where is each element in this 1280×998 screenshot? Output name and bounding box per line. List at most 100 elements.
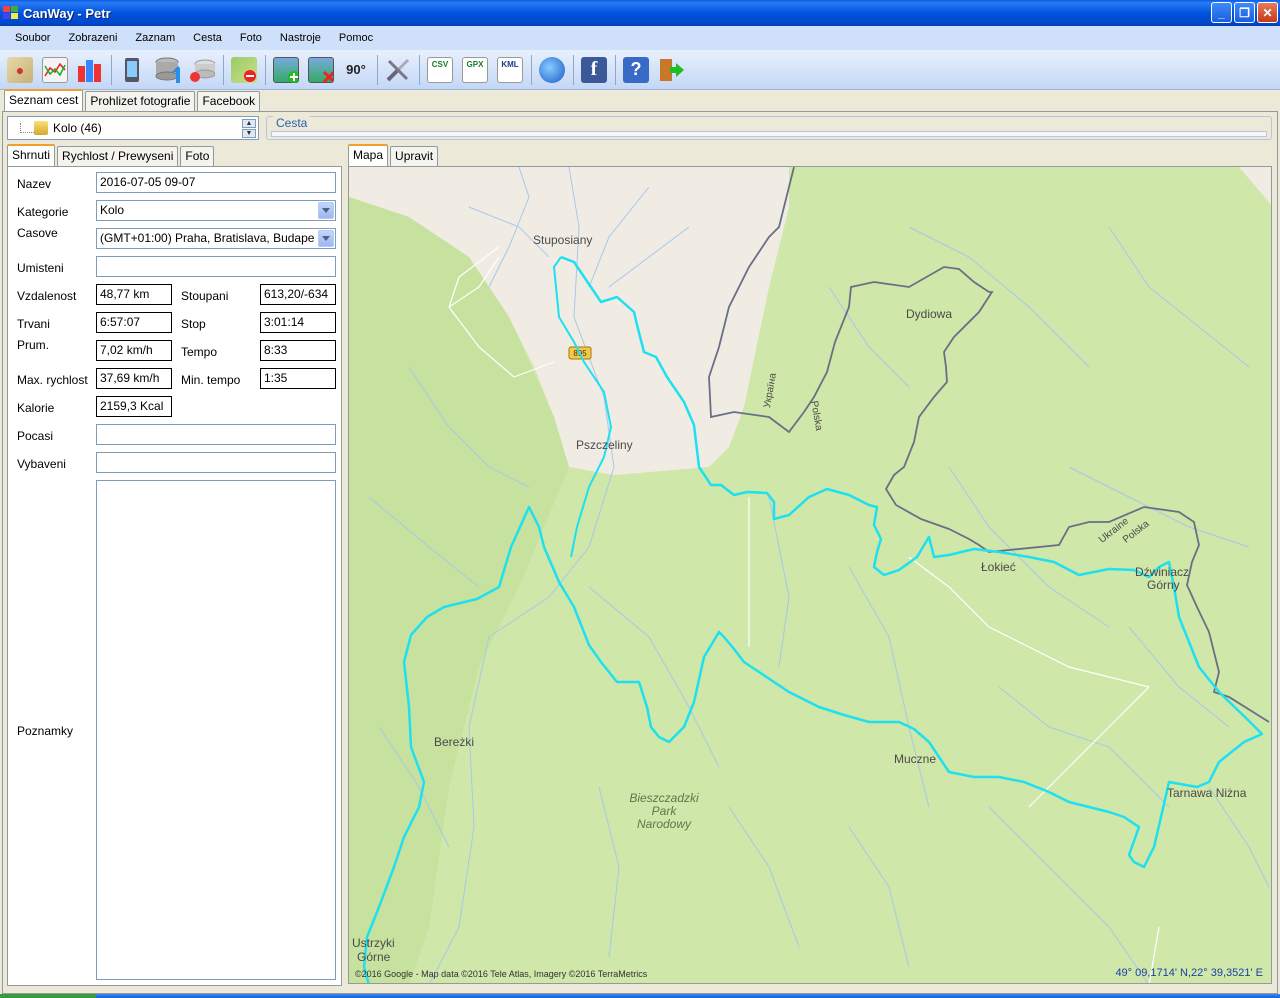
window-title: CanWay - Petr	[23, 5, 111, 21]
trvani-value: 6:57:07	[96, 312, 172, 333]
tab-seznam-cest[interactable]: Seznam cest	[4, 89, 84, 111]
toolbar-separator	[265, 54, 266, 85]
tempo-label: Tempo	[181, 345, 218, 359]
tab-shrnuti[interactable]: Shrnuti	[7, 144, 56, 166]
exit-button[interactable]	[655, 54, 687, 86]
tab-facebook[interactable]: Facebook	[197, 91, 261, 111]
phone-icon	[119, 57, 145, 83]
place-pszczeliny: Pszczeliny	[576, 438, 633, 452]
bar-chart-button[interactable]	[74, 54, 106, 86]
tab-prohlizet-fotografie[interactable]: Prohlizet fotografie	[85, 91, 196, 111]
menu-zobrazeni[interactable]: Zobrazeni	[59, 32, 126, 44]
toolbar-separator	[615, 54, 616, 85]
kml-export-button[interactable]: KML	[494, 54, 526, 86]
minimize-button[interactable]: _	[1211, 2, 1232, 23]
phone-button[interactable]	[116, 54, 148, 86]
toolbar-separator	[419, 54, 420, 85]
start-button[interactable]	[0, 994, 96, 998]
kalorie-value: 2159,3 Kcal	[96, 396, 172, 417]
app-icon	[3, 6, 19, 20]
right-tabs: Mapa Upravit	[348, 144, 440, 166]
category-label[interactable]: Kolo (46)	[53, 121, 102, 135]
scroll-up-button[interactable]: ▲	[242, 119, 256, 128]
folder-icon	[34, 121, 48, 135]
pocasi-field[interactable]	[96, 424, 336, 445]
map-remove-button[interactable]	[228, 54, 260, 86]
chart-icon	[42, 56, 68, 83]
photo-add-button[interactable]	[270, 54, 302, 86]
umisteni-field[interactable]	[96, 256, 336, 277]
timezone-select[interactable]: (GMT+01:00) Praha, Bratislava, Budape	[96, 228, 336, 249]
database-icon	[189, 57, 215, 83]
poznamky-textarea[interactable]	[96, 480, 336, 980]
facebook-button[interactable]: f	[578, 54, 610, 86]
menu-nastroje[interactable]: Nastroje	[271, 32, 330, 44]
menu-foto[interactable]: Foto	[231, 32, 271, 44]
database-button[interactable]	[186, 54, 218, 86]
google-earth-button[interactable]	[536, 54, 568, 86]
tools-icon	[385, 57, 411, 83]
nazev-label: Nazev	[17, 177, 52, 191]
exit-icon	[658, 57, 684, 83]
close-button[interactable]: ✕	[1257, 2, 1278, 23]
menu-cesta[interactable]: Cesta	[184, 32, 231, 44]
place-gorny: Górny	[1147, 578, 1180, 592]
category-tree[interactable]: Kolo (46) ▲ ▼	[7, 116, 259, 140]
tab-foto[interactable]: Foto	[180, 146, 215, 166]
kategorie-select[interactable]: Kolo	[96, 200, 336, 221]
nazev-field[interactable]: 2016-07-05 09-07	[96, 172, 336, 193]
bar-chart-icon	[77, 57, 103, 83]
poznamky-label: Poznamky	[17, 724, 74, 738]
chevron-down-icon[interactable]	[318, 202, 334, 219]
taskbar	[0, 994, 1280, 998]
vybaveni-field[interactable]	[96, 452, 336, 473]
photo-remove-button[interactable]	[305, 54, 337, 86]
kategorie-value: Kolo	[100, 203, 125, 217]
scroll-down-button[interactable]: ▼	[242, 129, 256, 138]
database-upload-button[interactable]	[151, 54, 183, 86]
place-stuposiany: Stuposiany	[533, 233, 593, 247]
photo-add-icon	[273, 56, 299, 83]
tree-line	[20, 123, 34, 133]
map-canvas[interactable]: 895	[349, 167, 1272, 984]
place-ustrzyki: Ustrzyki	[352, 936, 395, 950]
country-border	[708, 167, 1270, 723]
chevron-down-icon[interactable]	[318, 230, 334, 247]
prum-label: Prum.	[17, 338, 50, 352]
restore-button[interactable]: ❐	[1234, 2, 1255, 23]
kml-export-icon: KML	[497, 56, 523, 83]
map-view[interactable]: 895 Stuposiany Dydiowa Pszczeliny Łokieć…	[348, 166, 1272, 984]
map-button[interactable]: ●	[4, 54, 36, 86]
tab-mapa[interactable]: Mapa	[348, 144, 389, 166]
rotate-90-icon: 90°	[346, 62, 366, 77]
toolbar-separator	[573, 54, 574, 85]
stop-value: 3:01:14	[260, 312, 336, 333]
tab-upravit[interactable]: Upravit	[390, 146, 439, 166]
trvani-label: Trvani	[17, 317, 50, 331]
tools-button[interactable]	[382, 54, 414, 86]
menu-pomoc[interactable]: Pomoc	[330, 32, 382, 44]
stoupani-label: Stoupani	[181, 289, 229, 303]
tab-rychlost-prewyseni[interactable]: Rychlost / Prewyseni	[57, 146, 179, 166]
cesta-timeline[interactable]	[271, 131, 1267, 137]
park-name-line3: Narodowy	[636, 817, 692, 831]
csv-export-button[interactable]: CSV	[424, 54, 456, 86]
rotate-button[interactable]: 90°	[340, 54, 372, 86]
vzdalenost-label: Vzdalenost	[17, 289, 77, 303]
kategorie-label: Kategorie	[17, 205, 69, 219]
pocasi-label: Pocasi	[17, 429, 54, 443]
toolbar-separator	[377, 54, 378, 85]
cursor-coordinates: 49° 09,1714' N,22° 39,3521' E	[1115, 967, 1263, 979]
chart-button[interactable]	[39, 54, 71, 86]
place-dydiowa: Dydiowa	[906, 307, 953, 321]
vzdalenost-value: 48,77 km	[96, 284, 172, 305]
gpx-export-button[interactable]: GPX	[459, 54, 491, 86]
help-button[interactable]: ?	[620, 54, 652, 86]
stop-label: Stop	[181, 317, 206, 331]
menu-zaznam[interactable]: Zaznam	[126, 32, 184, 44]
menu-soubor[interactable]: Soubor	[6, 32, 59, 44]
menu-bar: Soubor Zobrazeni Zaznam Cesta Foto Nastr…	[0, 26, 1280, 50]
place-berezki: Bereżki	[434, 735, 475, 749]
place-gorne: Górne	[357, 950, 391, 964]
google-earth-icon	[539, 56, 565, 83]
